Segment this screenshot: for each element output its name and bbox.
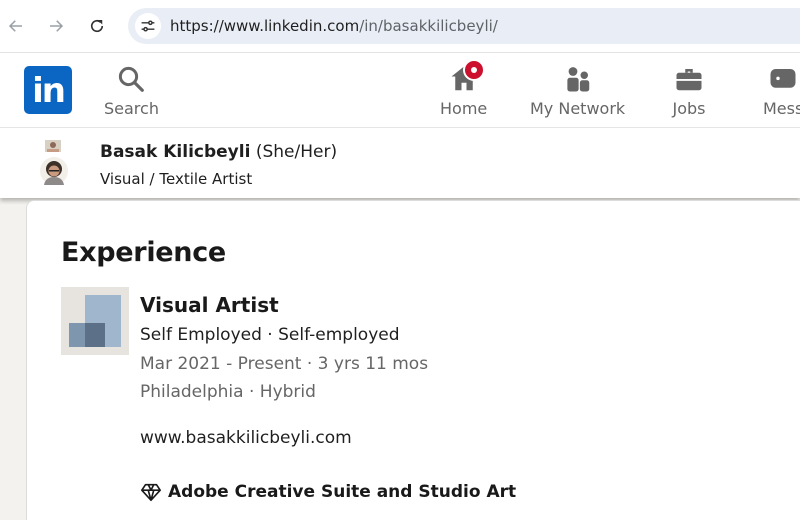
skills-text: Adobe Creative Suite and Studio Art bbox=[168, 482, 517, 502]
nav-messaging[interactable]: Mess bbox=[763, 63, 800, 118]
search-icon bbox=[114, 63, 148, 95]
nav-search[interactable]: Search bbox=[104, 63, 159, 118]
logo-text: in bbox=[32, 71, 66, 111]
address-bar[interactable]: https://www.linkedin.com/in/basakkilicbe… bbox=[128, 8, 800, 44]
notification-badge bbox=[462, 59, 485, 81]
profile-name: Basak Kilicbeyli (She/Her) bbox=[100, 142, 337, 162]
reload-icon bbox=[90, 19, 104, 33]
diamond-skill-icon bbox=[141, 483, 161, 502]
nav-jobs[interactable]: Jobs bbox=[672, 63, 706, 118]
reload-button[interactable] bbox=[85, 14, 109, 38]
experience-company: Self Employed · Self-employed bbox=[140, 325, 400, 345]
experience-dates: Mar 2021 - Present · 3 yrs 11 mos bbox=[140, 354, 429, 374]
messaging-icon bbox=[766, 63, 800, 95]
url-host: https://www.linkedin.com bbox=[170, 17, 360, 35]
linkedin-logo[interactable]: in bbox=[24, 66, 72, 114]
url-text[interactable]: https://www.linkedin.com/in/basakkilicbe… bbox=[170, 17, 498, 35]
nav-messaging-label: Mess bbox=[763, 99, 800, 118]
back-arrow-icon bbox=[8, 20, 22, 32]
company-logo[interactable] bbox=[61, 287, 129, 355]
browser-toolbar: https://www.linkedin.com/in/basakkilicbe… bbox=[0, 0, 800, 53]
profile-name-text: Basak Kilicbeyli bbox=[100, 142, 251, 162]
forward-arrow-icon bbox=[50, 20, 64, 32]
avatar[interactable] bbox=[36, 138, 72, 186]
skills-row[interactable]: Adobe Creative Suite and Studio Art bbox=[140, 481, 516, 503]
nav-my-network[interactable]: My Network bbox=[530, 63, 625, 118]
nav-search-label: Search bbox=[104, 99, 159, 118]
forward-button[interactable] bbox=[44, 14, 68, 38]
nav-home-label: Home bbox=[440, 99, 488, 118]
section-title: Experience bbox=[61, 237, 226, 268]
home-icon bbox=[447, 59, 485, 95]
back-button[interactable] bbox=[4, 14, 28, 38]
nav-my-network-label: My Network bbox=[530, 99, 626, 118]
site-info-button[interactable] bbox=[135, 13, 161, 39]
experience-website: www.basakkilicbeyli.com bbox=[140, 428, 352, 448]
linkedin-global-nav: in Search Home My Network Jobs Mess bbox=[0, 53, 800, 128]
briefcase-icon bbox=[672, 63, 706, 95]
profile-headline: Visual / Textile Artist bbox=[100, 170, 253, 188]
url-path: /in/basakkilicbeyli/ bbox=[359, 17, 498, 35]
tune-icon bbox=[141, 20, 155, 32]
experience-title: Visual Artist bbox=[140, 293, 279, 317]
nav-home[interactable]: Home bbox=[440, 59, 488, 118]
experience-location: Philadelphia · Hybrid bbox=[140, 382, 316, 402]
sticky-profile-bar: Basak Kilicbeyli (She/Her) Visual / Text… bbox=[0, 128, 800, 198]
nav-jobs-label: Jobs bbox=[672, 99, 706, 118]
experience-card: Experience Visual Artist Self Employed ·… bbox=[26, 200, 800, 520]
profile-pronouns: (She/Her) bbox=[255, 142, 338, 162]
people-icon bbox=[561, 63, 595, 95]
